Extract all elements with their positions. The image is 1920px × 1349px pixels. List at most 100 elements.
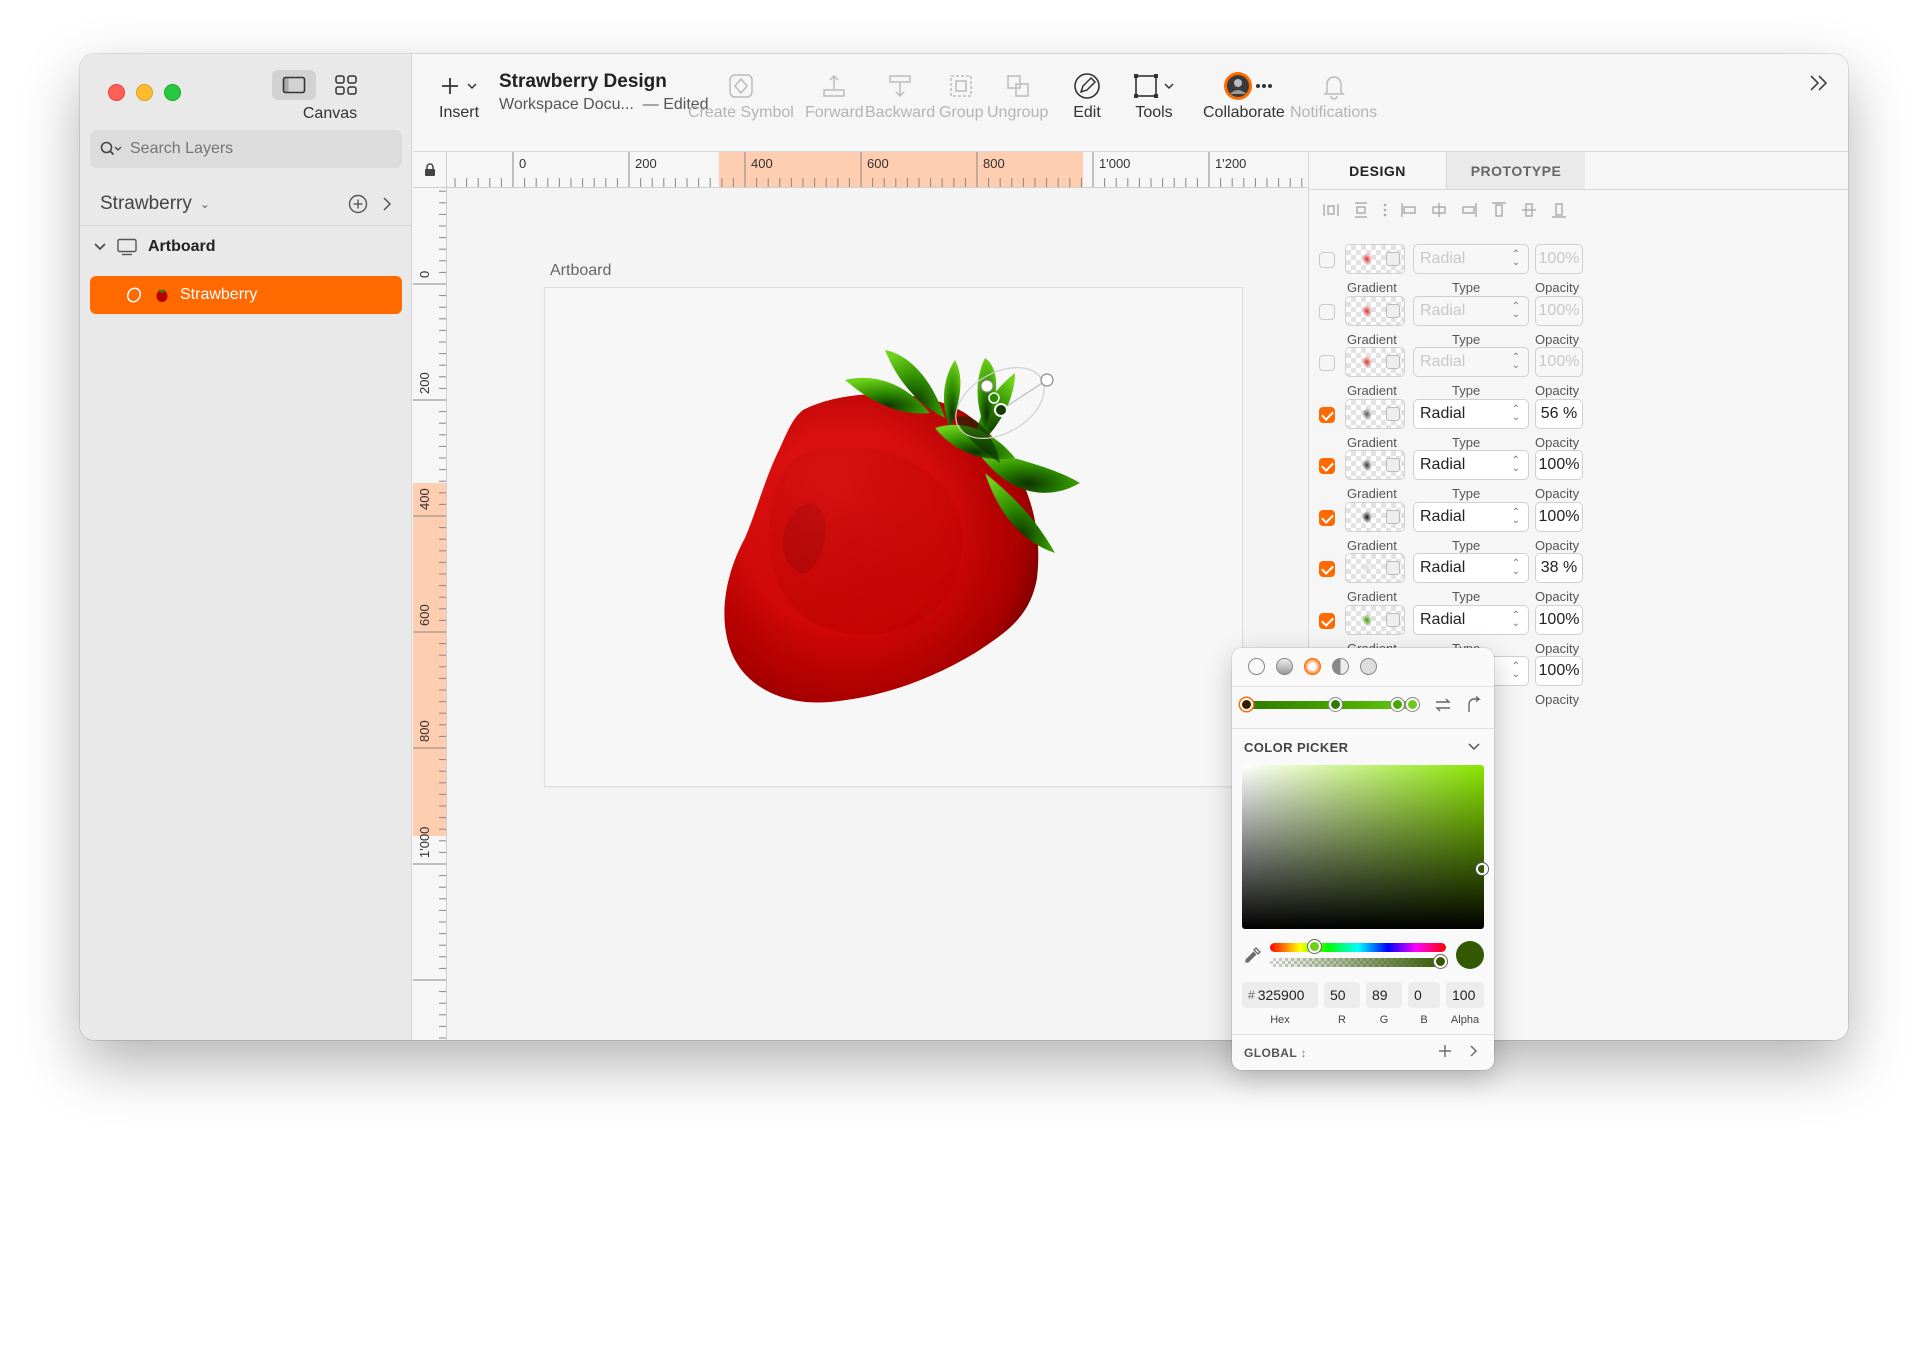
minimize-window-button[interactable] <box>136 84 153 101</box>
fill-opacity-field[interactable]: 100% <box>1535 244 1583 274</box>
backward-button[interactable]: Backward <box>865 68 935 122</box>
fill-type-select[interactable]: Radial⌃⌄ <box>1413 347 1529 377</box>
create-symbol-button[interactable]: Create Symbol <box>688 68 794 122</box>
insert-button[interactable]: Insert <box>439 68 479 122</box>
distribute-horizontal-icon[interactable] <box>1323 202 1339 218</box>
align-bottom-icon[interactable] <box>1551 202 1567 218</box>
fill-enabled-checkbox[interactable] <box>1319 612 1335 629</box>
fill-type-select[interactable]: Radial⌃⌄ <box>1413 244 1529 274</box>
chevron-right-icon[interactable] <box>382 196 392 211</box>
layer-artboard[interactable]: Artboard <box>80 226 412 268</box>
align-center-icon[interactable] <box>1431 202 1447 218</box>
image-fill-mode-icon[interactable] <box>1360 658 1377 675</box>
green-field[interactable]: 89 <box>1366 982 1402 1008</box>
fill-type-select[interactable]: Radial⌃⌄ <box>1413 450 1529 480</box>
alpha-field[interactable]: 100 <box>1446 982 1484 1008</box>
canvas-view-button[interactable] <box>272 70 316 100</box>
fill-opacity-field[interactable]: 100% <box>1535 656 1583 686</box>
fill-enabled-checkbox[interactable] <box>1319 561 1335 577</box>
gradient-stop[interactable] <box>1329 698 1342 711</box>
fill-opacity-field[interactable]: 100% <box>1535 501 1583 532</box>
gradient-swatch[interactable] <box>1345 398 1405 429</box>
fill-enabled-checkbox[interactable] <box>1319 509 1335 526</box>
swap-icon[interactable] <box>1434 697 1452 713</box>
disclosure-down-icon[interactable] <box>94 242 106 252</box>
saturation-brightness-picker[interactable] <box>1242 765 1488 929</box>
zoom-window-button[interactable] <box>164 84 181 101</box>
artboard[interactable] <box>545 288 1242 786</box>
fill-enabled-checkbox[interactable] <box>1319 406 1335 423</box>
fill-type-select[interactable]: Radial⌃⌄ <box>1413 295 1529 326</box>
strawberry-graphic[interactable] <box>545 288 1242 786</box>
add-color-icon[interactable] <box>1438 1044 1452 1058</box>
fill-opacity-field[interactable]: 100% <box>1535 604 1583 635</box>
align-top-icon[interactable] <box>1491 202 1507 218</box>
fill-enabled-checkbox[interactable] <box>1319 355 1335 371</box>
fill-opacity-field[interactable]: 38 % <box>1535 553 1583 583</box>
page-selector[interactable]: Strawberry ⌄ <box>80 182 412 226</box>
alpha-slider[interactable] <box>1270 955 1447 968</box>
rotate-icon[interactable] <box>1466 696 1482 714</box>
fill-type-select[interactable]: Radial⌃⌄ <box>1413 501 1529 532</box>
fill-type-select[interactable]: Radial⌃⌄ <box>1413 398 1529 429</box>
align-left-icon[interactable] <box>1401 202 1417 218</box>
tab-design[interactable]: DESIGN <box>1309 152 1447 189</box>
fill-opacity-field[interactable]: 100% <box>1535 295 1583 326</box>
gradient-stop[interactable] <box>1240 698 1253 711</box>
red-field[interactable]: 50 <box>1324 982 1360 1008</box>
gradient-swatch[interactable] <box>1345 347 1405 377</box>
fill-enabled-checkbox[interactable] <box>1319 252 1335 268</box>
gradient-swatch[interactable] <box>1345 604 1405 635</box>
collaborate-button[interactable]: Collaborate <box>1203 68 1285 122</box>
artboard-title[interactable]: Artboard <box>550 262 611 280</box>
gradient-swatch[interactable] <box>1345 244 1405 274</box>
eyedropper-icon[interactable] <box>1244 946 1262 964</box>
notifications-button[interactable]: Notifications <box>1290 68 1377 122</box>
fill-type-select[interactable]: Radial⌃⌄ <box>1413 604 1529 635</box>
color-cursor[interactable] <box>1476 863 1488 875</box>
close-window-button[interactable] <box>108 84 125 101</box>
fill-opacity-field[interactable]: 100% <box>1535 347 1583 377</box>
chevron-right-icon[interactable] <box>1470 1045 1478 1057</box>
gradient-swatch[interactable] <box>1345 553 1405 583</box>
distribute-vertical-icon[interactable] <box>1353 202 1369 218</box>
edit-button[interactable]: Edit <box>1073 68 1101 122</box>
forward-button[interactable]: Forward <box>805 68 864 122</box>
gradient-stop[interactable] <box>1391 698 1404 711</box>
radial-gradient-mode-icon[interactable] <box>1304 658 1321 675</box>
alpha-thumb[interactable] <box>1434 955 1447 968</box>
components-view-button[interactable] <box>324 70 368 100</box>
design-canvas[interactable]: Artboard <box>447 188 1308 1040</box>
fill-enabled-checkbox[interactable] <box>1319 458 1335 474</box>
fill-type-select[interactable]: Radial⌃⌄ <box>1413 553 1529 583</box>
tools-button[interactable]: Tools <box>1133 68 1175 122</box>
tab-prototype[interactable]: PROTOTYPE <box>1447 152 1585 189</box>
gradient-swatch[interactable] <box>1345 295 1405 326</box>
gradient-stop[interactable] <box>1406 698 1419 711</box>
hue-thumb[interactable] <box>1308 940 1321 953</box>
more-dots-icon[interactable] <box>1383 202 1387 218</box>
fill-opacity-field[interactable]: 56 % <box>1535 398 1583 429</box>
fill-opacity-field[interactable]: 100% <box>1535 450 1583 480</box>
linear-gradient-mode-icon[interactable] <box>1276 658 1293 675</box>
fill-enabled-checkbox[interactable] <box>1319 303 1335 320</box>
align-middle-icon[interactable] <box>1521 202 1537 218</box>
align-right-icon[interactable] <box>1461 202 1477 218</box>
expand-panel-icon[interactable] <box>1808 74 1830 92</box>
blue-field[interactable]: 0 <box>1408 982 1440 1008</box>
flat-color-mode-icon[interactable] <box>1248 658 1265 675</box>
gradient-swatch[interactable] <box>1345 450 1405 480</box>
lock-icon[interactable] <box>424 162 436 177</box>
hex-field[interactable]: #325900 <box>1242 982 1318 1008</box>
color-library-selector[interactable]: GLOBAL ↕ <box>1244 1046 1307 1060</box>
search-layers[interactable] <box>90 130 402 168</box>
gradient-swatch[interactable] <box>1345 501 1405 532</box>
layer-strawberry[interactable]: Strawberry <box>90 276 402 314</box>
ungroup-button[interactable]: Ungroup <box>987 68 1048 122</box>
group-button[interactable]: Group <box>939 68 983 122</box>
angular-gradient-mode-icon[interactable] <box>1332 658 1349 675</box>
chevron-down-icon[interactable] <box>1468 743 1480 751</box>
add-page-icon[interactable] <box>348 194 368 214</box>
search-input[interactable] <box>130 140 370 158</box>
hue-slider[interactable] <box>1270 940 1446 953</box>
